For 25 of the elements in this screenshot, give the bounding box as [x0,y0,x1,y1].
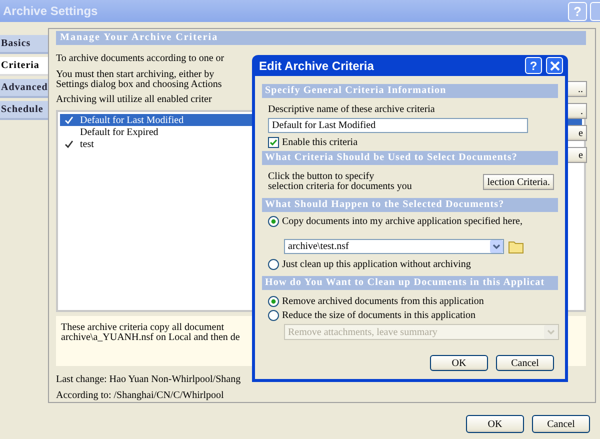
dialog-title: Edit Archive Criteria [259,58,375,72]
section-heading: What Should Happen to the Selected Documents? [262,198,558,212]
select-value: Remove attachments, leave summary [288,326,438,338]
combo-value: archive\test.nsf [288,241,349,252]
instruction-text: You must then start archiving, either by [56,70,214,80]
instruction-text: Settings dialog box and choosing Actions [56,80,222,90]
according-to-text: According to: /Shanghai/CN/C/Whirlpool [56,391,224,401]
description-text: archive\a_YUANH.nsf on Local and then de [61,333,240,343]
window-title: Archive Settings [3,4,99,18]
section-heading: Specify General Criteria Information [262,84,558,98]
instruction-text: To archive documents according to one or [56,54,224,64]
instruction-text: Click the button to specify [268,172,374,182]
radio-label: Reduce the size of documents in this application [282,310,476,321]
checkbox-label: Enable this criteria [282,137,358,148]
radio-label: Just clean up this application without archiving [282,259,471,270]
instruction-text: Archiving will utilize all enabled criter [56,95,212,105]
section-heading: Manage Your Archive Criteria [56,31,586,45]
radio-label: Copy documents into my archive application specified here, [282,216,524,227]
section-heading: How do You Want to Clean up Documents in this Applicat [262,276,558,290]
field-label: Descriptive name of these archive criteria [268,104,435,115]
last-change-text: Last change: Hao Yuan Non-Whirlpool/Shang [56,375,241,385]
section-heading: What Criteria Should be Used to Select Documents? [262,151,558,165]
instruction-text: selection criteria for documents you [268,182,412,192]
radio-label: Remove archived documents from this application [282,296,484,307]
description-text: These archive criteria copy all document [61,323,224,333]
